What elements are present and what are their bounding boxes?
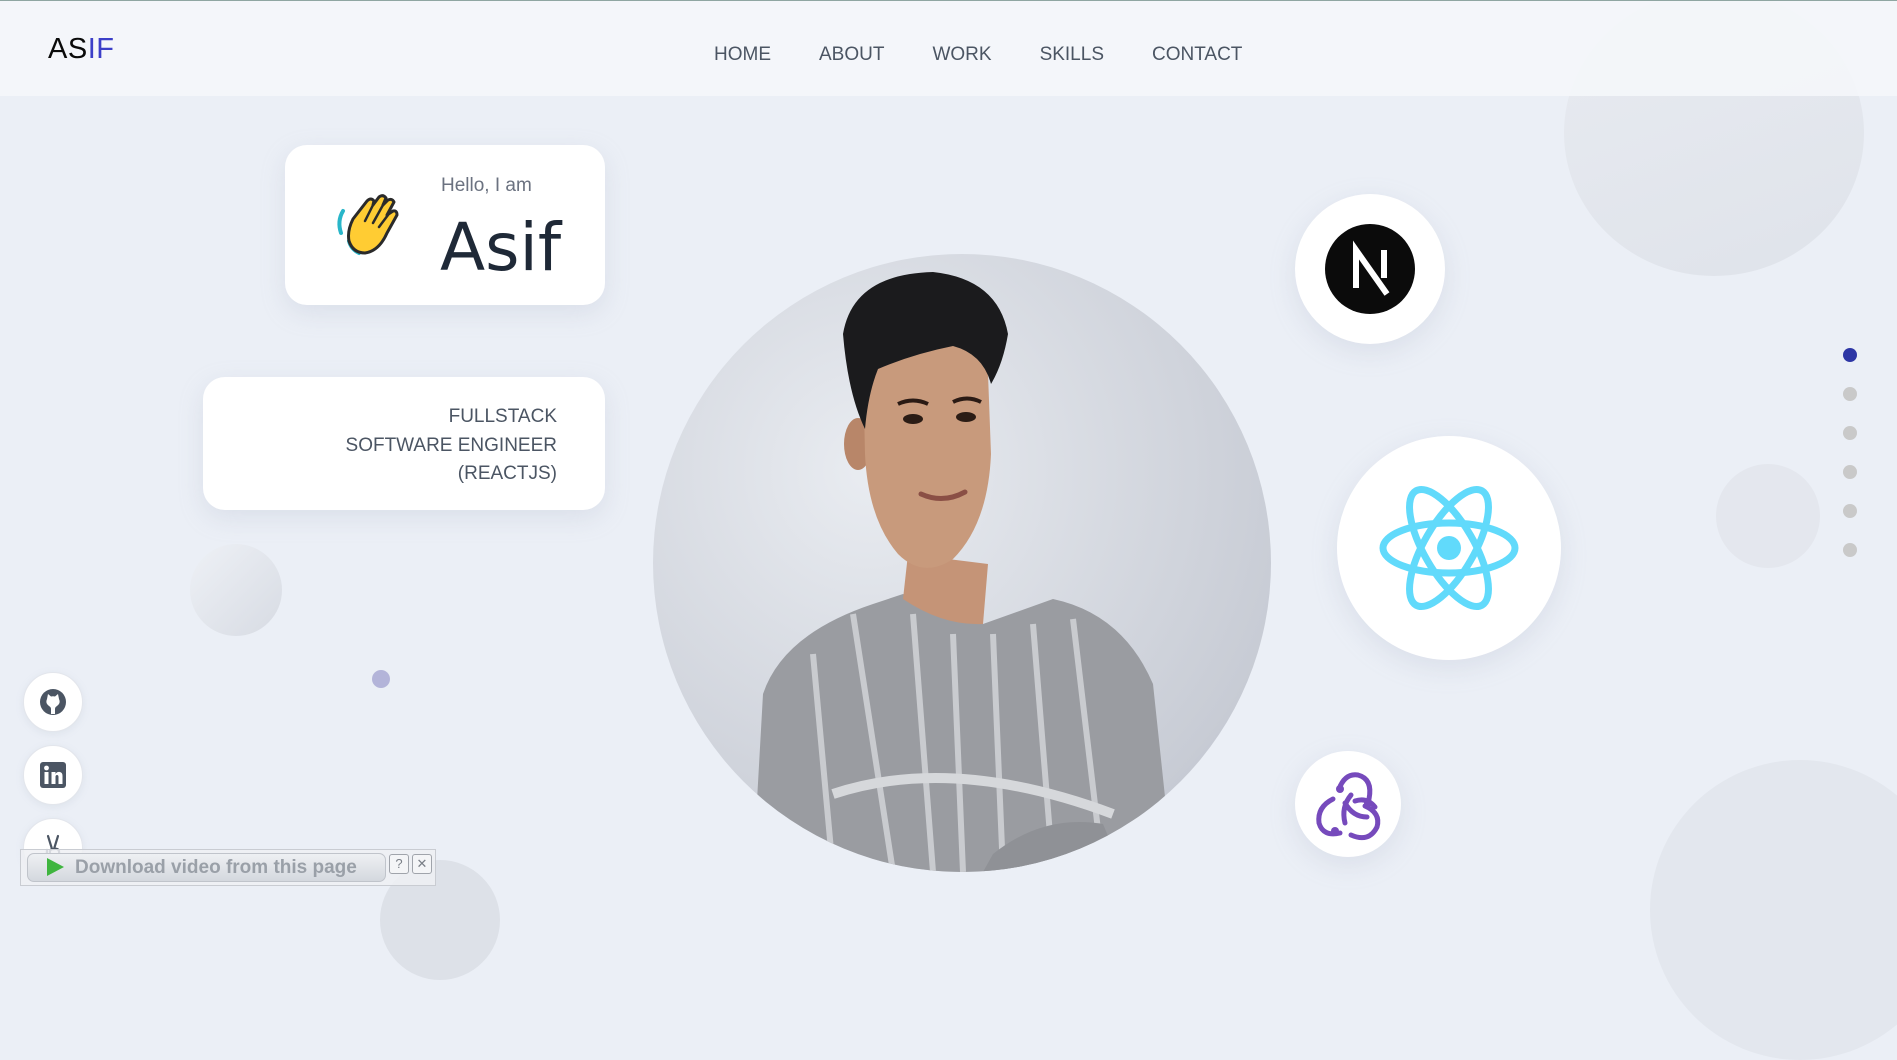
role-text: FULLSTACK SOFTWARE ENGINEER (REACTJS) [346,403,557,489]
hero-name: Asif [440,209,562,286]
role-card: FULLSTACK SOFTWARE ENGINEER (REACTJS) [203,377,605,510]
decorative-blob [1716,464,1820,568]
play-icon [47,858,64,876]
close-button[interactable]: ✕ [412,854,432,874]
linkedin-link[interactable] [23,745,83,805]
nav-work[interactable]: WORK [932,44,991,66]
nav-contact[interactable]: CONTACT [1152,44,1242,66]
nav-about[interactable]: ABOUT [819,44,884,66]
role-line: (REACTJS) [457,463,557,484]
role-line: FULLSTACK [448,406,557,427]
github-icon [40,689,66,715]
nav-skills[interactable]: SKILLS [1040,44,1104,66]
github-link[interactable] [23,672,83,732]
nextjs-icon [1325,224,1415,314]
decorative-blob [1650,760,1897,1060]
download-video-bar: Download video from this page ? ✕ [20,849,436,886]
section-dot-4[interactable] [1843,465,1857,479]
nav-home[interactable]: HOME [714,44,771,66]
section-dot-1[interactable] [1843,348,1857,362]
portrait-illustration [753,272,1173,872]
section-dot-2[interactable] [1843,387,1857,401]
greeting-card: Hello, I am Asif [285,145,605,305]
section-dot-6[interactable] [1843,543,1857,557]
logo-text: AS [48,33,88,65]
decorative-dot [372,670,390,688]
react-badge [1337,436,1561,660]
download-video-button[interactable]: Download video from this page [27,853,386,882]
redux-icon [1316,772,1381,841]
section-dot-5[interactable] [1843,504,1857,518]
logo-accent-text: IF [87,33,115,65]
logo[interactable]: ASIF [48,33,114,66]
main-nav: HOME ABOUT WORK SKILLS CONTACT [714,44,1290,66]
waving-hand-icon [337,194,399,255]
profile-photo [653,254,1271,872]
download-video-label: Download video from this page [75,857,357,878]
role-line: SOFTWARE ENGINEER [345,434,557,456]
decorative-blob [190,544,282,636]
section-dots [1843,348,1857,582]
help-button[interactable]: ? [389,854,409,874]
section-dot-3[interactable] [1843,426,1857,440]
linkedin-icon [40,762,66,788]
redux-badge [1295,751,1401,857]
react-icon [1379,485,1519,611]
greeting-text: Hello, I am [441,175,532,196]
nextjs-badge [1295,194,1445,344]
navbar: ASIF HOME ABOUT WORK SKILLS CONTACT [0,0,1897,96]
